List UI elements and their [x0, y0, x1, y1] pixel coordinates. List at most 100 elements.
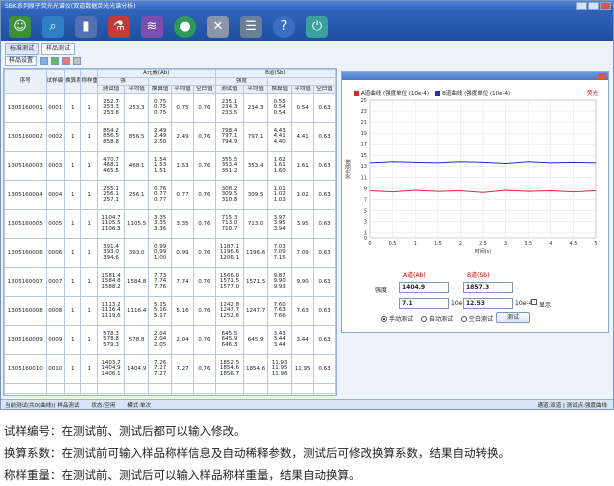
cell-conversion[interactable]: 1	[64, 267, 82, 297]
tools-icon[interactable]: ✕	[207, 15, 229, 38]
b-concentration-field[interactable]: 12.53	[463, 298, 513, 309]
cell-b-avg2[interactable]: 4.41	[291, 122, 315, 152]
cell-no[interactable]: 1305160001	[4, 93, 47, 123]
sample-settings-button[interactable]: 样品设置	[5, 56, 38, 66]
cell-b-blank[interactable]: 0.63	[313, 93, 336, 123]
cell-conversion[interactable]: 1	[64, 209, 82, 239]
cell-a-blank[interactable]: 0.76	[192, 209, 216, 239]
cell-a-blank[interactable]: 0.76	[192, 151, 216, 181]
cell-weight[interactable]: 1	[80, 238, 98, 268]
cell-weight[interactable]: 1	[80, 209, 98, 239]
cell-no[interactable]: 1305160004	[4, 180, 47, 210]
cell-a-avg2[interactable]: 0.99	[171, 238, 194, 268]
search-icon[interactable]: ⌕	[42, 15, 64, 38]
cell-conversion[interactable]: 1	[64, 354, 82, 384]
cell-b-avg2[interactable]: 3.44	[291, 325, 315, 355]
cell-weight[interactable]: 1	[80, 151, 98, 181]
table-row[interactable]: 1305160004 0004 1 1 255.1 256.1 257.1 256.1 0.76…	[4, 180, 336, 210]
cell-a-blank[interactable]: 0.76	[192, 180, 216, 210]
cell-b-blank[interactable]: 0.63	[313, 267, 336, 297]
cell-b-avg[interactable]: 353.4	[243, 151, 269, 181]
table-row[interactable]: 1305160007 0007 1 1 1581.4 1584.8 1588.2 1584.8…	[4, 267, 336, 297]
cell-sample-id[interactable]: 0004	[45, 180, 66, 210]
cell-a-avg2[interactable]: 2.04	[171, 325, 194, 355]
cell-no[interactable]: 1305160007	[4, 267, 47, 297]
cell-a-avg2[interactable]: 0.75	[171, 93, 194, 123]
close-button[interactable]	[600, 2, 611, 10]
tab-standard-test[interactable]: 标准测试	[5, 43, 40, 55]
cell-conversion[interactable]: 1	[64, 180, 82, 210]
cell-a-blank[interactable]: 0.76	[192, 93, 216, 123]
cell-b-blank[interactable]: 0.63	[313, 180, 336, 210]
cell-sample-id[interactable]: 0008	[45, 296, 66, 326]
new-icon[interactable]	[40, 57, 49, 65]
cell-b-avg2[interactable]: 9.90	[291, 267, 315, 297]
maximize-button[interactable]	[588, 2, 599, 10]
table-row[interactable]: 1305160006 0006 1 1 391.4 393.0 394.6 393.0 0.99…	[4, 238, 336, 268]
cell-a-avg2[interactable]: 0.77	[171, 180, 194, 210]
cell-b-avg[interactable]: 713.0	[243, 209, 269, 239]
cell-a-avg2[interactable]: 5.16	[171, 296, 194, 326]
cell-weight[interactable]: 1	[80, 325, 98, 355]
table-row[interactable]: 1305160005 0005 1 1 1104.7 1105.5 1106.3 1105.5…	[4, 209, 336, 239]
cell-a-avg[interactable]: 256.1	[124, 180, 150, 210]
flask-icon[interactable]: ⚗	[108, 15, 130, 38]
cell-conversion[interactable]: 1	[64, 296, 82, 326]
cell-b-avg2[interactable]: 7.63	[291, 296, 315, 326]
cell-sample-id[interactable]: 0007	[45, 267, 66, 297]
cell-conversion[interactable]: 1	[64, 93, 82, 123]
table-row[interactable]: 1305160008 0008 1 1 1113.2 1116.4 1119.6 1116.4…	[4, 296, 336, 326]
cell-no[interactable]: 1305160002	[4, 122, 47, 152]
cell-weight[interactable]: 1	[80, 93, 98, 123]
cell-sample-id[interactable]: 0006	[45, 238, 66, 268]
cell-b-avg[interactable]: 1196.6	[243, 238, 269, 268]
user-icon[interactable]: ☺	[9, 15, 31, 38]
cell-b-avg[interactable]: 1571.5	[243, 267, 269, 297]
cell-sample-id[interactable]: 0002	[45, 122, 66, 152]
cell-a-avg[interactable]: 578.8	[124, 325, 150, 355]
cell-a-avg[interactable]: 1116.4	[124, 296, 150, 326]
cell-a-blank[interactable]: 0.76	[192, 325, 216, 355]
cell-no[interactable]: 1305160003	[4, 151, 47, 181]
cell-a-avg2[interactable]: 2.49	[171, 122, 194, 152]
cell-b-avg[interactable]: 234.3	[243, 93, 269, 123]
a-strength-field[interactable]: 1404.9	[399, 282, 449, 293]
cell-a-avg[interactable]: 253.3	[124, 93, 150, 123]
cell-b-avg2[interactable]: 1.02	[291, 180, 315, 210]
cell-a-avg2[interactable]: 1.53	[171, 151, 194, 181]
cell-weight[interactable]: 1	[80, 180, 98, 210]
database-icon[interactable]: ☰	[240, 15, 262, 38]
cell-no[interactable]: 1305160008	[4, 296, 47, 326]
cell-no[interactable]: 1305160005	[4, 209, 47, 239]
cell-a-blank[interactable]: 0.76	[192, 354, 216, 384]
a-concentration-field[interactable]: 7.1	[399, 298, 449, 309]
cell-b-blank[interactable]: 0.63	[313, 354, 336, 384]
table-row[interactable]: 1305160001 0001 1 1 252.7 253.3 253.8 253.3 0.75…	[4, 93, 336, 123]
cell-conversion[interactable]: 1	[64, 238, 82, 268]
cell-b-avg2[interactable]: 0.54	[291, 93, 315, 123]
cell-b-avg2[interactable]: 11.95	[291, 354, 315, 384]
cell-a-blank[interactable]: 0.76	[192, 296, 216, 326]
cell-a-avg[interactable]: 856.5	[124, 122, 150, 152]
cell-a-avg[interactable]: 1404.9	[124, 354, 150, 384]
cell-sample-id[interactable]: 0009	[45, 325, 66, 355]
cell-b-avg[interactable]: 797.1	[243, 122, 269, 152]
cell-b-avg2[interactable]: 3.95	[291, 209, 315, 239]
cell-b-blank[interactable]: 0.63	[313, 151, 336, 181]
print-icon[interactable]	[73, 57, 82, 65]
cell-no[interactable]: 1305160010	[4, 354, 47, 384]
minimize-button[interactable]	[576, 2, 587, 10]
cell-a-avg[interactable]: 1105.5	[124, 209, 150, 239]
tab-sample-test[interactable]: 样品测试	[41, 43, 76, 55]
cell-b-blank[interactable]: 0.63	[313, 209, 336, 239]
cell-no[interactable]: 1305160009	[4, 325, 47, 355]
help-icon[interactable]: ?	[273, 15, 295, 38]
cell-a-avg[interactable]: 393.0	[124, 238, 150, 268]
cell-weight[interactable]: 1	[80, 296, 98, 326]
cell-a-avg[interactable]: 1584.8	[124, 267, 150, 297]
cell-b-avg[interactable]: 1854.6	[243, 354, 269, 384]
cell-weight[interactable]: 1	[80, 267, 98, 297]
cell-no[interactable]: 1305160006	[4, 238, 47, 268]
cell-b-avg2[interactable]: 1.61	[291, 151, 315, 181]
cell-sample-id[interactable]: 0010	[45, 354, 66, 384]
